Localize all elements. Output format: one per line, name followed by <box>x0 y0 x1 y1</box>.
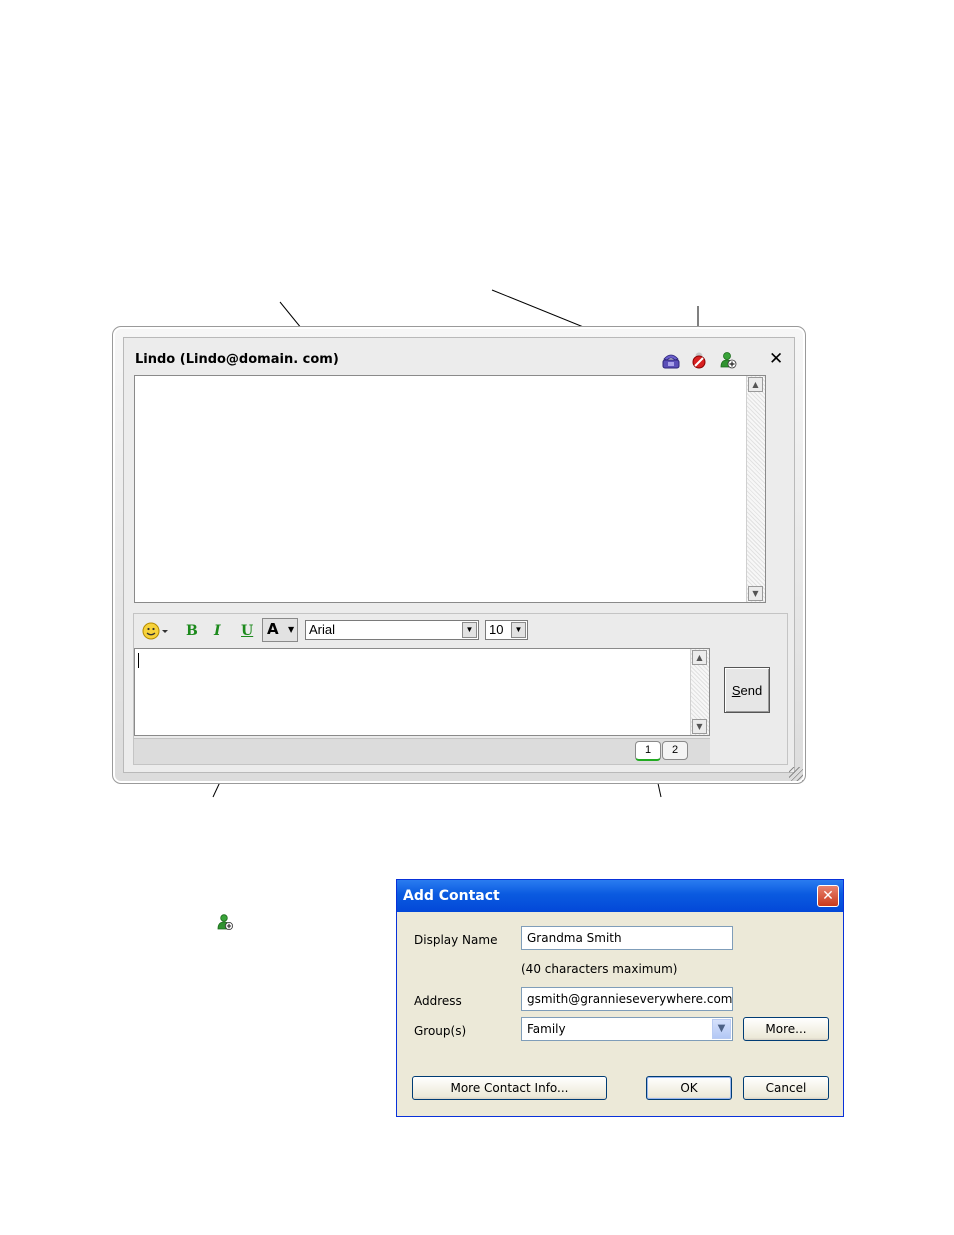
close-icon[interactable]: ✕ <box>817 885 839 907</box>
message-input[interactable]: ▲ ▼ <box>134 648 710 736</box>
display-name-label: Display Name <box>414 933 498 947</box>
text-caret <box>138 653 139 668</box>
send-button-label: end <box>740 682 763 698</box>
scroll-up-icon[interactable]: ▲ <box>748 377 763 392</box>
send-button[interactable]: Send <box>724 667 770 713</box>
resize-grip-icon[interactable] <box>789 767 803 781</box>
scroll-down-icon[interactable]: ▼ <box>692 719 707 734</box>
history-scrollbar[interactable]: ▲ ▼ <box>746 376 765 602</box>
smiley-icon[interactable] <box>142 622 170 640</box>
dialog-title-bar[interactable]: Add Contact ✕ <box>397 880 843 912</box>
message-history[interactable]: ▲ ▼ <box>134 375 766 603</box>
font-select-value: Arial <box>309 622 336 637</box>
compose-scrollbar[interactable]: ▲ ▼ <box>690 649 709 735</box>
underline-button[interactable]: U <box>241 622 253 640</box>
chevron-down-icon[interactable]: ▼ <box>511 622 526 638</box>
more-groups-button[interactable]: More... <box>743 1017 829 1041</box>
font-size-value: 10 <box>489 622 504 637</box>
send-button-mnemonic: S <box>731 682 741 698</box>
text-color-label: A <box>267 620 279 638</box>
block-contact-icon[interactable] <box>690 351 708 369</box>
dialog-title: Add Contact <box>403 888 500 904</box>
chat-window: Lindo (Lindo@domain. com) ✕ ▲ ▼ B I U A … <box>112 326 806 784</box>
font-size-select[interactable]: 10 ▼ <box>485 620 528 640</box>
ok-button[interactable]: OK <box>646 1076 732 1100</box>
italic-button[interactable]: I <box>214 622 221 640</box>
groups-label: Group(s) <box>414 1024 467 1038</box>
conversation-tab-bar: 1 2 <box>134 738 710 764</box>
conversation-tab-1[interactable]: 1 <box>635 741 661 761</box>
add-contact-icon[interactable] <box>719 351 737 369</box>
conversation-tab-2[interactable]: 2 <box>662 741 688 760</box>
bold-button[interactable]: B <box>186 622 198 640</box>
phone-icon[interactable] <box>662 351 680 369</box>
more-contact-info-button[interactable]: More Contact Info... <box>412 1076 607 1100</box>
scroll-up-icon[interactable]: ▲ <box>692 650 707 665</box>
max-chars-note: (40 characters maximum) <box>521 962 678 976</box>
scroll-down-icon[interactable]: ▼ <box>748 586 763 601</box>
chevron-down-icon[interactable]: ▼ <box>462 622 477 638</box>
groups-select[interactable]: Family ▼ <box>521 1017 733 1041</box>
groups-select-value: Family <box>527 1022 566 1036</box>
compose-panel: B I U A ▼ Arial ▼ 10 ▼ ▲ ▼ Send 1 2 <box>133 613 788 765</box>
font-select[interactable]: Arial ▼ <box>305 620 479 640</box>
chevron-down-icon: ▼ <box>288 625 295 634</box>
close-icon[interactable]: ✕ <box>769 349 783 369</box>
chat-title: Lindo (Lindo@domain. com) <box>135 352 339 367</box>
display-name-field[interactable]: Grandma Smith <box>521 926 733 950</box>
cancel-button[interactable]: Cancel <box>743 1076 829 1100</box>
add-contact-dialog: Add Contact ✕ Display Name Grandma Smith… <box>396 879 844 1117</box>
text-color-button[interactable]: A ▼ <box>262 618 298 642</box>
chevron-down-icon[interactable]: ▼ <box>712 1019 731 1039</box>
address-label: Address <box>414 994 462 1008</box>
add-contact-icon <box>217 914 233 930</box>
address-field[interactable]: gsmith@grannieseverywhere.com <box>521 987 733 1011</box>
